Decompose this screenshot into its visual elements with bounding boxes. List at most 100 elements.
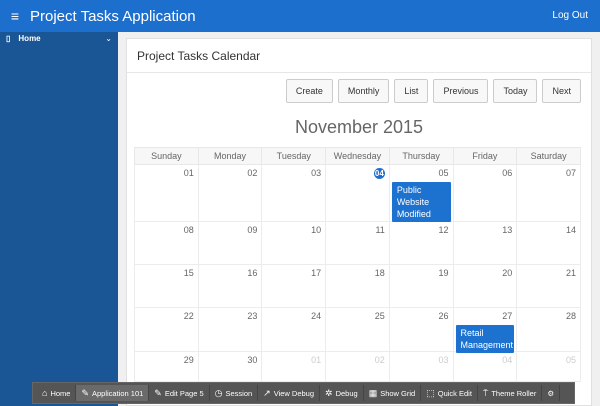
gear-icon[interactable]: ⚙ <box>542 385 561 401</box>
session-icon: ◷ <box>214 387 223 398</box>
calendar-event[interactable]: Retail Management <box>455 325 515 353</box>
day-number: 16 <box>247 268 258 278</box>
calendar-day[interactable]: 03 <box>388 351 454 382</box>
calendar-day[interactable]: 05 Public Website Modified <box>388 164 454 222</box>
app-title[interactable]: Project Tasks Application <box>30 8 196 25</box>
day-number: 12 <box>438 225 449 235</box>
calendar-week: 08 09 10 11 12 13 14 <box>134 221 581 265</box>
calendar-day[interactable]: 05 <box>516 351 581 382</box>
calendar-day[interactable]: 28 <box>516 307 581 352</box>
day-number: 23 <box>247 311 258 321</box>
devbar-label: Debug <box>335 388 358 398</box>
day-number: 02 <box>374 355 385 365</box>
home-icon: ▯ <box>6 33 11 43</box>
page-title: Project Tasks Calendar <box>127 39 591 73</box>
header: ≡ Project Tasks Application Log Out <box>0 0 600 32</box>
devbar-home-button[interactable]: ⌂ Home <box>37 385 77 401</box>
day-number: 26 <box>438 311 449 321</box>
calendar-day[interactable]: 02 <box>197 164 263 222</box>
calendar-day[interactable]: 24 <box>261 307 327 352</box>
calendar-day[interactable]: 14 <box>516 221 581 265</box>
calendar-day[interactable]: 08 <box>134 221 199 265</box>
calendar-day[interactable]: 03 <box>261 164 327 222</box>
create-button[interactable]: Create <box>285 79 333 103</box>
calendar-day[interactable]: 27 Retail Management <box>452 307 518 353</box>
day-number: 09 <box>247 225 258 235</box>
calendar-region: Project Tasks Calendar Create Monthly Li… <box>126 38 592 406</box>
devbar-label: Edit Page 5 <box>164 388 204 398</box>
calendar-day[interactable]: 19 <box>388 264 454 308</box>
calendar-day[interactable]: 30 <box>197 351 263 382</box>
calendar-day[interactable]: 23 <box>197 307 263 352</box>
calendar-day[interactable]: 22 <box>134 307 199 352</box>
calendar-day[interactable]: 12 <box>388 221 454 265</box>
day-header: Monday <box>197 147 263 165</box>
devbar-application-button[interactable]: ✎ Application 101 <box>76 385 150 401</box>
today-button[interactable]: Today <box>493 79 538 103</box>
calendar-day[interactable]: 02 <box>325 351 390 382</box>
day-header: Sunday <box>134 147 199 165</box>
calendar-day[interactable]: 25 <box>325 307 390 352</box>
calendar-toolbar: Create Monthly List Previous Today Next <box>285 79 581 103</box>
calendar-day[interactable]: 13 <box>452 221 518 265</box>
monthly-button[interactable]: Monthly <box>337 79 390 103</box>
devbar-label: Show Grid <box>380 388 416 398</box>
list-button[interactable]: List <box>394 79 429 103</box>
calendar-week: 01 02 03 04 05 Public Website Modified 06 07 <box>134 164 581 222</box>
home-icon: ⌂ <box>42 388 48 398</box>
day-number: 10 <box>311 225 322 235</box>
day-number: 11 <box>375 225 385 235</box>
sidebar: ▯ Home ⌄ <box>0 32 118 406</box>
calendar-grid: Sunday Monday Tuesday Wednesday Thursday Frid… <box>134 147 581 382</box>
day-header: Friday <box>452 147 518 165</box>
calendar-week: 29 30 01 02 03 04 05 <box>134 351 581 382</box>
previous-button[interactable]: Previous <box>433 79 489 103</box>
devbar-view-debug-button[interactable]: ↗ View Debug <box>258 385 321 401</box>
day-number: 15 <box>183 268 194 278</box>
calendar-day[interactable]: 07 <box>516 164 581 222</box>
day-header: Saturday <box>516 147 581 165</box>
logout-link[interactable]: Log Out <box>552 10 588 21</box>
devbar-show-grid-button[interactable]: ▦ Show Grid <box>364 385 422 401</box>
calendar-day[interactable]: 09 <box>197 221 263 265</box>
day-number: 07 <box>565 168 576 178</box>
day-number: 06 <box>502 168 513 178</box>
devbar-debug-button[interactable]: ✲ Debug <box>320 385 364 401</box>
day-number: 30 <box>247 355 258 365</box>
devbar-edit-page-button[interactable]: ✎ Edit Page 5 <box>149 385 210 401</box>
devbar-label: Home <box>50 388 71 398</box>
application-icon: ✎ <box>81 387 89 398</box>
sidebar-item-home[interactable]: ▯ Home ⌄ <box>0 32 118 44</box>
calendar-day[interactable]: 01 <box>261 351 327 382</box>
day-number: 05 <box>565 355 576 365</box>
next-button[interactable]: Next <box>542 79 581 103</box>
calendar-day[interactable]: 29 <box>134 351 199 382</box>
devbar-quick-edit-button[interactable]: ⬚ Quick Edit <box>421 385 478 401</box>
calendar-event[interactable]: Public Website Modified <box>391 182 451 222</box>
calendar-day[interactable]: 04 <box>452 351 518 382</box>
chevron-down-icon[interactable]: ⌄ <box>105 34 112 43</box>
day-number: 03 <box>438 355 449 365</box>
day-number: 28 <box>565 311 576 321</box>
calendar-day[interactable]: 17 <box>261 264 327 308</box>
calendar-week: 22 23 24 25 26 27 Retail Management 28 <box>134 307 581 353</box>
calendar-day[interactable]: 01 <box>134 164 199 222</box>
hamburger-icon[interactable]: ≡ <box>0 8 30 24</box>
calendar-day[interactable]: 18 <box>325 264 390 308</box>
devbar-theme-roller-button[interactable]: ⍑ Theme Roller <box>478 385 543 401</box>
calendar-day[interactable]: 20 <box>452 264 518 308</box>
calendar-day[interactable]: 06 <box>452 164 518 222</box>
day-number: 29 <box>183 355 194 365</box>
calendar-day[interactable]: 04 <box>325 164 390 222</box>
calendar-day[interactable]: 10 <box>261 221 327 265</box>
calendar-day[interactable]: 16 <box>197 264 263 308</box>
quick-edit-icon: ⬚ <box>426 387 435 398</box>
devbar-session-button[interactable]: ◷ Session <box>210 385 259 401</box>
calendar-day[interactable]: 15 <box>134 264 199 308</box>
calendar-day[interactable]: 11 <box>325 221 390 265</box>
day-number: 03 <box>311 168 322 178</box>
day-number: 18 <box>374 268 385 278</box>
calendar-day[interactable]: 21 <box>516 264 581 308</box>
edit-page-icon: ✎ <box>154 387 162 398</box>
calendar-day[interactable]: 26 <box>388 307 454 352</box>
